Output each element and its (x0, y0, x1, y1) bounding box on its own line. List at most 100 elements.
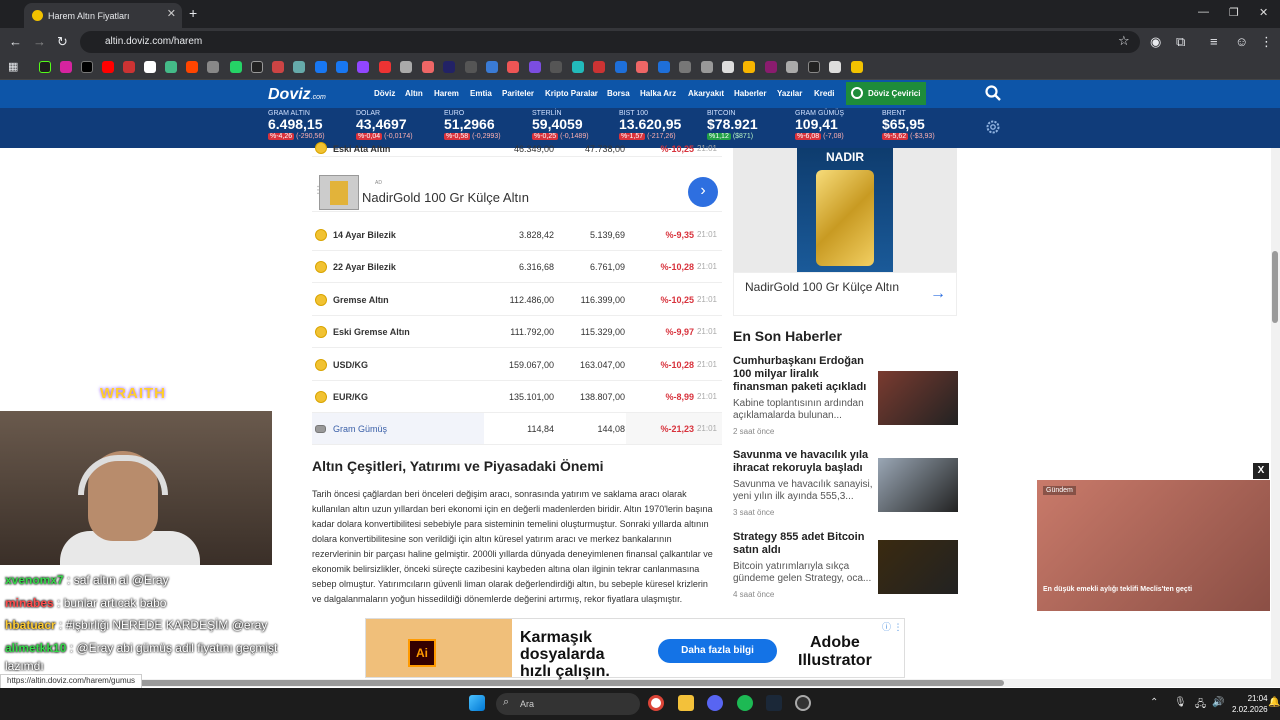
news-title[interactable]: Cumhurbaşkanı Erdoğan 100 milyar liralık… (733, 355, 871, 394)
arrow-right-icon[interactable]: → (930, 285, 946, 303)
bookmark-whatsapp-icon[interactable] (230, 61, 242, 73)
news-title[interactable]: Savunma ve havacılık yıla ihracat rekoru… (733, 449, 871, 475)
bookmark-youtube-icon[interactable] (102, 61, 114, 73)
bookmark-icon[interactable] (593, 61, 605, 73)
bookmark-google-icon[interactable] (144, 61, 156, 73)
news-item[interactable]: Savunma ve havacılık yıla ihracat rekoru… (733, 449, 959, 529)
ticker-item[interactable]: GRAM GÜMÜŞ 109,41 %-6,08 (-7,08) (795, 110, 844, 140)
taskbar-search[interactable]: Ara (496, 693, 640, 715)
bookmark-kick-icon[interactable] (39, 61, 51, 73)
nav-link-9[interactable]: Haberler (734, 89, 766, 98)
bookmark-icon[interactable] (293, 61, 305, 73)
nav-link-11[interactable]: Kredi (814, 89, 834, 98)
nav-link-7[interactable]: Halka Arz (640, 89, 676, 98)
bookmark-icon[interactable] (251, 61, 263, 73)
window-close-icon[interactable]: ✕ (1259, 6, 1268, 19)
bookmark-icon[interactable] (529, 61, 541, 73)
browser-menu-icon[interactable]: ⋮ (1260, 34, 1273, 50)
nav-link-2[interactable]: Harem (434, 89, 459, 98)
news-title[interactable]: Strategy 855 adet Bitcoin satın aldı (733, 531, 871, 557)
bookmark-icon[interactable] (379, 61, 391, 73)
ticker-item[interactable]: STERLİN 59,4059 %-0,25 (-0,1489) (532, 110, 589, 140)
discord-icon[interactable] (707, 695, 723, 711)
bookmark-gmail-icon[interactable] (123, 61, 135, 73)
close-tab-icon[interactable]: ✕ (167, 7, 176, 20)
horizontal-scrollbar[interactable] (0, 679, 1280, 687)
ticker-item[interactable]: GRAM ALTIN 6.498,15 %-4,26 (-290,56) (268, 110, 325, 140)
bookmark-instagram-icon[interactable] (60, 61, 72, 73)
bookmark-icon[interactable] (422, 61, 434, 73)
nav-link-6[interactable]: Borsa (607, 89, 630, 98)
bookmark-icon[interactable] (486, 61, 498, 73)
news-item[interactable]: Strategy 855 adet Bitcoin satın aldı Bitc… (733, 531, 959, 611)
video-close-button[interactable]: X (1253, 463, 1269, 479)
ad-title[interactable]: NadirGold 100 Gr Külçe Altın (362, 190, 529, 205)
chrome-icon[interactable] (648, 695, 664, 711)
bookmark-icon[interactable] (658, 61, 670, 73)
bookmark-icon[interactable] (851, 61, 863, 73)
bookmark-icon[interactable] (465, 61, 477, 73)
microphone-icon[interactable]: 🎙 (1174, 697, 1187, 708)
bookmark-reddit-icon[interactable] (186, 61, 198, 73)
reading-list-icon[interactable]: ≡ (1210, 34, 1218, 49)
table-row[interactable]: Gremse Altın 112.486,00 116.399,00 %-10,25 2… (312, 284, 722, 316)
address-bar[interactable]: altin.doviz.com/harem (80, 31, 1140, 53)
forward-icon[interactable]: → (33, 34, 46, 49)
nav-link-1[interactable]: Altın (405, 89, 423, 98)
bookmark-icon[interactable] (550, 61, 562, 73)
search-icon[interactable] (985, 85, 1001, 101)
nav-link-10[interactable]: Yazılar (777, 89, 802, 98)
file-explorer-icon[interactable] (678, 695, 694, 711)
nav-link-5[interactable]: Kripto Paralar (545, 89, 598, 98)
nav-link-4[interactable]: Pariteler (502, 89, 534, 98)
taskbar-clock[interactable]: 21:04 2.02.2026 (1232, 693, 1268, 715)
new-tab-icon[interactable]: + (189, 5, 197, 21)
site-logo[interactable]: Doviz.com (268, 86, 326, 104)
reload-icon[interactable]: ↻ (57, 34, 68, 50)
news-thumbnail[interactable] (878, 371, 958, 425)
browser-tab[interactable]: Harem Altın Fiyatları ✕ (24, 3, 182, 28)
ticker-item[interactable]: EURO 51,2966 %-0,58 (-0,2993) (444, 110, 501, 140)
vertical-scrollbar[interactable] (1271, 148, 1280, 679)
extensions-puzzle-icon[interactable]: ⧉ (1176, 34, 1185, 50)
nav-link-3[interactable]: Emtia (470, 89, 492, 98)
table-row[interactable]: 22 Ayar Bilezik 6.316,68 6.761,09 %-10,28 21… (312, 251, 722, 284)
table-row[interactable]: EUR/KG 135.101,00 138.807,00 %-8,99 21:01 (312, 381, 722, 413)
spotify-icon[interactable] (737, 695, 753, 711)
bookmark-icon[interactable] (829, 61, 841, 73)
bookmark-facebook-icon[interactable] (336, 61, 348, 73)
bookmark-icon[interactable] (207, 61, 219, 73)
bookmark-icon[interactable] (679, 61, 691, 73)
volume-icon[interactable]: 🔊 (1212, 697, 1224, 708)
ticker-item[interactable]: BRENT $65,95 %-5,62 (-$3,93) (882, 110, 935, 140)
bookmark-icon[interactable] (786, 61, 798, 73)
ticker-item[interactable]: DOLAR 43,4697 %-0,04 (-0,0174) (356, 110, 413, 140)
bookmark-icon[interactable] (765, 61, 777, 73)
ticker-item[interactable]: BIST 100 13.620,95 %-1,57 (-217,26) (619, 110, 681, 140)
bookmark-icon[interactable] (443, 61, 455, 73)
row-name[interactable]: Gram Gümüş (333, 424, 387, 434)
floating-video[interactable]: Gündem En düşük emekli aylığı teklifi Me… (1037, 480, 1270, 611)
steam-icon[interactable] (766, 695, 782, 711)
sidebar-ad-caption[interactable]: NadirGold 100 Gr Külçe Altın (745, 280, 905, 295)
table-row[interactable]: 14 Ayar Bilezik 3.828,42 5.139,69 %-9,35 21:… (312, 219, 722, 251)
ad-arrow-button[interactable]: › (688, 177, 718, 207)
bookmark-x-icon[interactable] (81, 61, 93, 73)
settings-gear-icon[interactable] (985, 119, 1001, 135)
ad-info-icon[interactable]: ⓘ ⋮ (882, 620, 903, 633)
bookmark-icon[interactable] (400, 61, 412, 73)
news-thumbnail[interactable] (878, 458, 958, 512)
sidebar-ad-image[interactable]: NADIR (733, 148, 957, 272)
bookmark-icon[interactable] (572, 61, 584, 73)
bookmark-icon[interactable] (315, 61, 327, 73)
table-row[interactable]: Eski Gremse Altın 111.792,00 115.329,00 %-9… (312, 316, 722, 349)
tray-chevron-icon[interactable]: ⌃ (1150, 697, 1158, 708)
currency-converter-button[interactable]: Döviz Çevirici (846, 82, 926, 105)
back-icon[interactable]: ← (9, 34, 22, 49)
nav-link-8[interactable]: Akaryakıt (688, 89, 724, 98)
bookmark-icon[interactable] (165, 61, 177, 73)
minimize-icon[interactable]: — (1198, 6, 1209, 18)
bookmark-icon[interactable] (615, 61, 627, 73)
news-thumbnail[interactable] (878, 540, 958, 594)
bookmark-icon[interactable] (507, 61, 519, 73)
